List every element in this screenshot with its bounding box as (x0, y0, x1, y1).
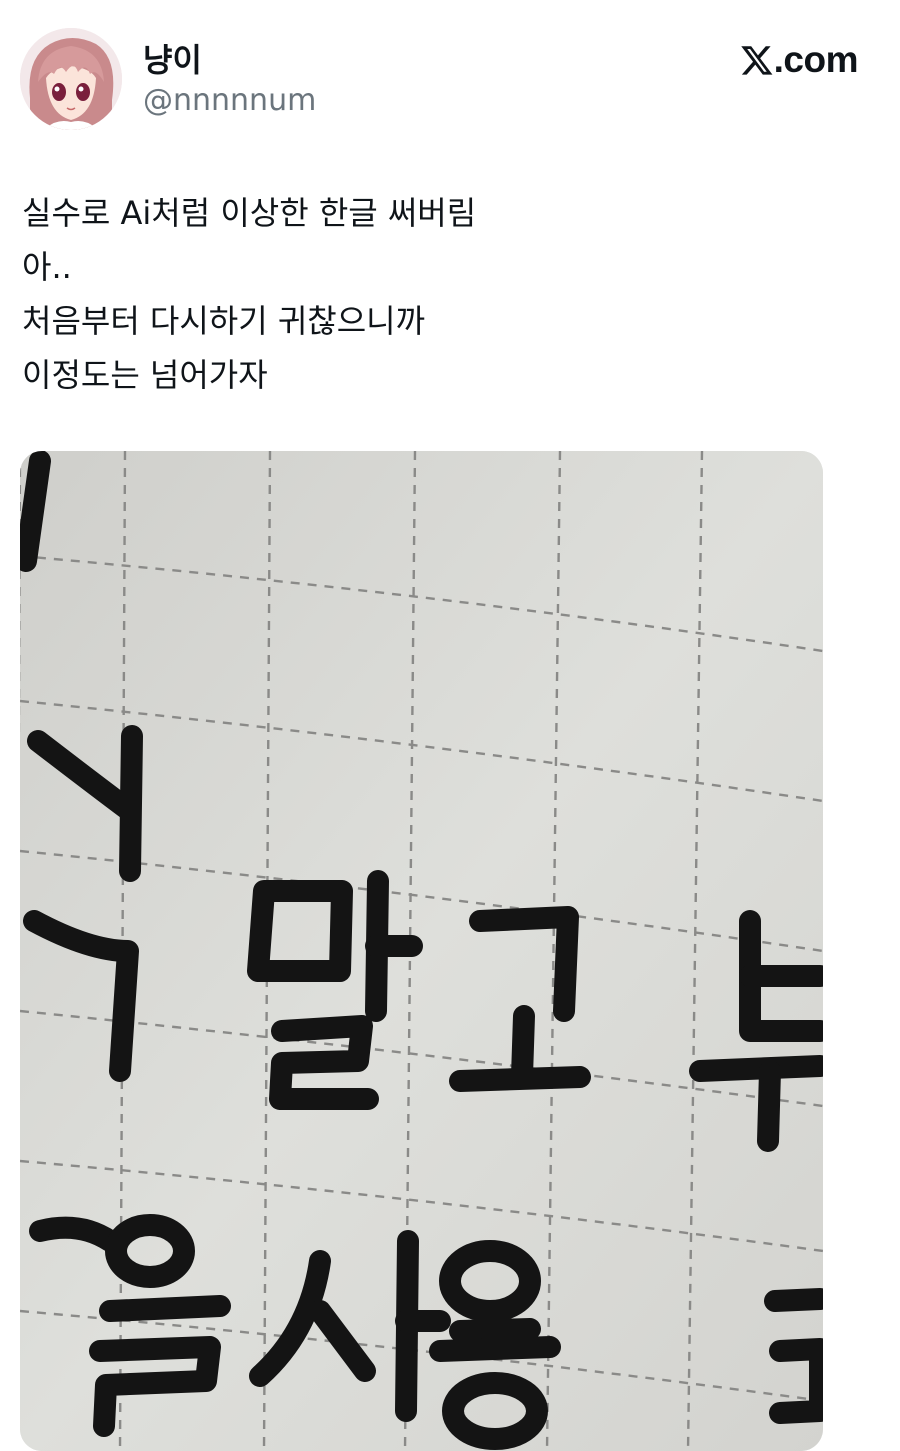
site-label: .com (773, 39, 859, 80)
avatar[interactable] (20, 28, 122, 130)
tweet-line: 처음부터 다시하기 귀찮으니까 (22, 302, 426, 340)
tweet-line: 아.. (22, 248, 72, 286)
author-handle[interactable]: @nnnnnum (143, 82, 316, 120)
tweet-line: 이정도는 넘어가자 (22, 356, 268, 394)
x-logo-icon (740, 46, 773, 75)
tweet-header: 냥이 @nnnnnum .com (20, 28, 860, 138)
site-badge[interactable]: .com (740, 38, 859, 82)
anime-avatar-icon (20, 28, 122, 130)
tweet-body: 실수로 Ai처럼 이상한 한글 써버림 아.. 처음부터 다시하기 귀찮으니까 … (22, 186, 862, 402)
handwriting-photo (20, 451, 823, 1451)
tweet-photo[interactable] (20, 451, 823, 1451)
author-display-name[interactable]: 냥이 (143, 40, 202, 80)
tweet-line: 실수로 Ai처럼 이상한 한글 써버림 (22, 194, 477, 232)
